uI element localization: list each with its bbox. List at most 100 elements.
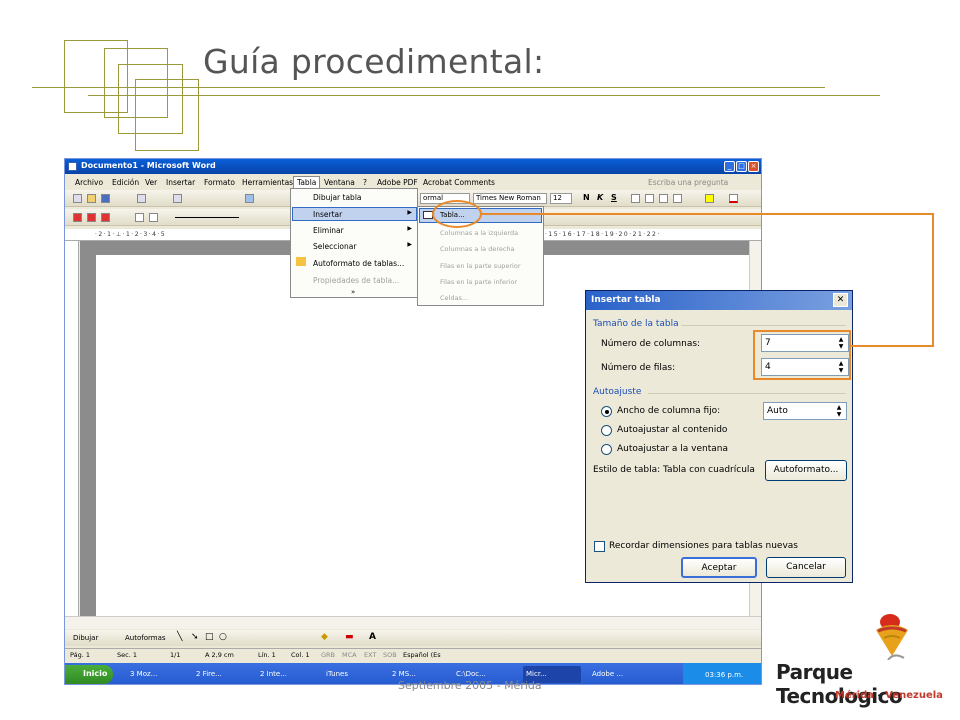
menu-ventana[interactable]: Ventana: [324, 178, 355, 187]
print-icon[interactable]: [137, 194, 146, 203]
vertical-ruler[interactable]: [65, 241, 79, 616]
autoformat-button[interactable]: Autoformato...: [765, 460, 847, 481]
task-adobe[interactable]: Adobe ...: [589, 666, 647, 683]
new-icon[interactable]: [73, 194, 82, 203]
pdf-mail-icon[interactable]: [87, 213, 96, 222]
highlight-connector: [932, 213, 934, 347]
close-window-button[interactable]: ×: [748, 161, 759, 172]
oval-tool-icon[interactable]: ○: [219, 632, 227, 642]
align-right-icon[interactable]: [659, 194, 668, 203]
status-section: Sec. 1: [117, 651, 137, 659]
submenu-item-col-izq: Columnas a la izquierda: [440, 229, 519, 237]
line-color-icon[interactable]: ▬: [345, 632, 354, 642]
task-mozilla[interactable]: 3 Moz...: [127, 666, 185, 683]
task-firefox[interactable]: 2 Fire...: [193, 666, 249, 683]
submenu-arrow-icon: ▶: [407, 225, 412, 232]
align-left-icon[interactable]: [631, 194, 640, 203]
spin-arrows-icon[interactable]: ▲ ▼: [833, 404, 845, 418]
fill-color-icon[interactable]: ◆: [321, 632, 328, 642]
minimize-button[interactable]: _: [724, 161, 735, 172]
remember-label: Recordar dimensiones para tablas nuevas: [609, 541, 798, 551]
menu-item-eliminar[interactable]: Eliminar: [313, 226, 344, 235]
menu-ayuda[interactable]: ?: [363, 178, 367, 187]
justify-icon[interactable]: [673, 194, 682, 203]
highlight-circle: [432, 200, 482, 228]
menu-herramientas[interactable]: Herramientas: [242, 178, 293, 187]
menu-edicion[interactable]: Edición: [112, 178, 139, 187]
autoshapes-menu[interactable]: Autoformas: [125, 634, 166, 642]
remember-checkbox[interactable]: [594, 541, 605, 552]
clock: 03:36 p.m.: [705, 671, 744, 679]
cancel-button[interactable]: Cancelar: [766, 557, 846, 578]
logo-spinning-top-icon: [870, 612, 914, 661]
task-internet[interactable]: 2 Inte...: [257, 666, 313, 683]
fit-window-radio[interactable]: [601, 444, 612, 455]
status-language: Español (Es: [403, 651, 441, 659]
spell-icon[interactable]: [173, 194, 182, 203]
menu-item-insertar[interactable]: Insertar: [313, 210, 342, 219]
draw-menu[interactable]: Dibujar: [73, 634, 98, 642]
autofit-group-label: Autoajuste: [593, 387, 642, 397]
menu-item-seleccionar[interactable]: Seleccionar: [313, 242, 356, 251]
font-color-draw-icon[interactable]: A: [369, 632, 376, 642]
start-button[interactable]: Inicio: [65, 665, 113, 684]
group-divider: [681, 325, 846, 326]
fit-contents-radio[interactable]: [601, 425, 612, 436]
dialog-close-button[interactable]: ✕: [833, 293, 848, 307]
fixed-width-radio[interactable]: [601, 406, 612, 417]
menu-formato[interactable]: Formato: [204, 178, 235, 187]
undo-icon[interactable]: [245, 194, 254, 203]
status-position: A 2,9 cm: [205, 651, 234, 659]
menu-item-propiedades[interactable]: Propiedades de tabla...: [313, 276, 399, 285]
pdf-icon[interactable]: [73, 213, 82, 222]
comment-icon[interactable]: [135, 213, 144, 222]
highlight-icon[interactable]: [705, 194, 714, 203]
status-pages: 1/1: [170, 651, 181, 659]
bold-button[interactable]: N: [583, 193, 590, 202]
word-app-icon: [68, 162, 77, 171]
submenu-arrow-icon: ▶: [407, 241, 412, 248]
logo-location: Mérida - Venezuela: [835, 690, 943, 701]
status-page: Pág. 1: [70, 651, 91, 659]
fixed-width-value: Auto: [767, 406, 788, 416]
drawing-toolbar: Dibujar Autoformas ╲ ➘ □ ○ ◆ ▬ A: [65, 630, 761, 646]
restore-button[interactable]: □: [736, 161, 747, 172]
font-select[interactable]: Times New Roman: [473, 193, 547, 204]
italic-button[interactable]: K: [597, 193, 603, 202]
menu-insertar[interactable]: Insertar: [166, 178, 195, 187]
logo-city: Mérida: [835, 690, 874, 701]
save-icon[interactable]: [101, 194, 110, 203]
system-tray: 03:36 p.m.: [683, 663, 761, 684]
arrow-tool-icon[interactable]: ➘: [191, 632, 199, 642]
edit-comment-icon[interactable]: [149, 213, 158, 222]
status-grb: GRB: [321, 651, 336, 659]
menu-adobe-pdf[interactable]: Adobe PDF: [377, 178, 418, 187]
menu-acrobat-comments[interactable]: Acrobat Comments: [423, 178, 495, 187]
fit-window-label: Autoajustar a la ventana: [617, 444, 728, 454]
table-style-label: Estilo de tabla: Tabla con cuadrícula: [593, 465, 755, 475]
slide-footer: Septiembre 2005 - Mérida: [398, 679, 542, 692]
horizontal-scrollbar[interactable]: [65, 616, 761, 629]
pdf-review-icon[interactable]: [101, 213, 110, 222]
rectangle-tool-icon[interactable]: □: [205, 632, 214, 642]
line-style-box[interactable]: [175, 217, 239, 218]
menu-archivo[interactable]: Archivo: [75, 178, 103, 187]
task-itunes[interactable]: iTunes: [323, 666, 379, 683]
underline-button[interactable]: S: [611, 193, 617, 202]
menu-item-dibujar-tabla[interactable]: Dibujar tabla: [313, 193, 362, 202]
deco-square: [135, 79, 199, 151]
highlight-connector: [482, 213, 934, 215]
menu-item-autoformato[interactable]: Autoformato de tablas...: [313, 259, 404, 268]
status-bar: Pág. 1 Sec. 1 1/1 A 2,9 cm Lín. 1 Col. 1…: [65, 648, 761, 661]
ok-button[interactable]: Aceptar: [681, 557, 757, 578]
open-icon[interactable]: [87, 194, 96, 203]
fixed-width-spinner[interactable]: Auto ▲ ▼: [763, 402, 847, 420]
menu-ver[interactable]: Ver: [145, 178, 157, 187]
font-color-icon[interactable]: [729, 194, 738, 203]
align-center-icon[interactable]: [645, 194, 654, 203]
line-tool-icon[interactable]: ╲: [177, 632, 182, 642]
dialog-title: Insertar tabla: [586, 291, 852, 310]
ask-question-box[interactable]: Escriba una pregunta: [648, 178, 728, 187]
size-select[interactable]: 12: [550, 193, 572, 204]
expand-menu-icon[interactable]: »: [351, 288, 355, 296]
